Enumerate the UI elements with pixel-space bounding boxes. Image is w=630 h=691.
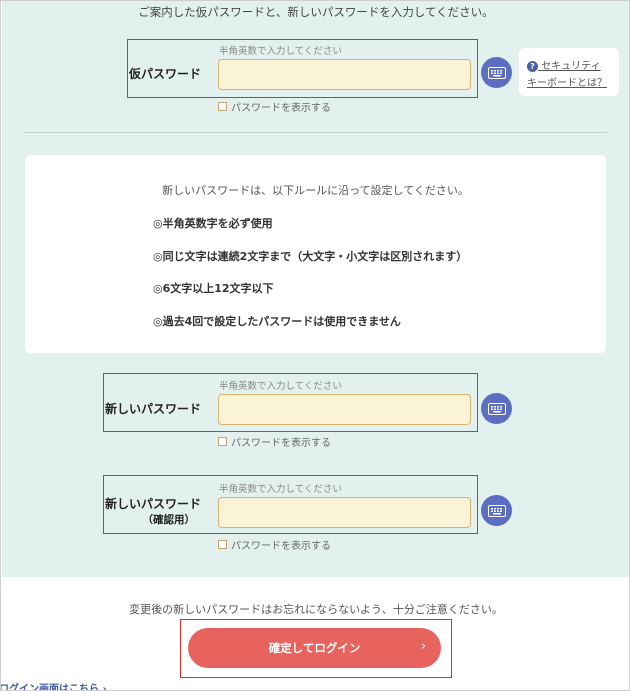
rule-item: ◎半角英数字を必ず使用 — [153, 217, 273, 230]
show-password-checkbox[interactable] — [218, 437, 227, 446]
show-password-checkbox[interactable] — [218, 540, 227, 549]
show-password-label: パスワードを表示する — [231, 103, 331, 114]
security-keyboard-line1: セキュリティ — [541, 61, 601, 72]
warning-text: 変更後の新しいパスワードはお忘れにならないよう、十分ご注意ください。 — [129, 603, 503, 616]
divider — [24, 132, 607, 133]
keyboard-button[interactable] — [481, 495, 512, 526]
keyboard-button[interactable] — [481, 57, 512, 88]
rules-intro: 新しいパスワードは、以下ルールに沿って設定してください。 — [162, 184, 469, 197]
intro-text: ご案内した仮パスワードと、新しいパスワードを入力してください。 — [138, 5, 494, 19]
rule-item: ◎同じ文字は連続2文字まで（大文字・小文字は区別されます） — [153, 250, 468, 263]
temp-password-input[interactable] — [218, 59, 471, 90]
new-password-label: 新しいパスワード — [105, 402, 202, 416]
help-icon: ? — [527, 60, 538, 72]
temp-password-hint: 半角英数で入力してください — [219, 46, 342, 57]
new-password-show-toggle[interactable]: パスワードを表示する — [218, 434, 331, 449]
confirm-password-show-toggle[interactable]: パスワードを表示する — [218, 537, 331, 552]
keyboard-icon — [487, 504, 506, 517]
confirm-login-label: 確定してログイン — [268, 641, 361, 655]
rule-item: ◎過去4回で設定したパスワードは使用できません — [153, 315, 401, 328]
confirm-password-label: 新しいパスワード （確認用） — [105, 496, 201, 528]
confirm-password-input[interactable] — [218, 497, 471, 528]
rule-item: ◎6文字以上12文字以下 — [153, 282, 274, 295]
security-keyboard-help[interactable]: ? セキュリティ キーボードとは？ — [519, 48, 619, 96]
temp-password-show-toggle[interactable]: パスワードを表示する — [218, 99, 331, 114]
chevron-right-icon: › — [420, 639, 426, 654]
confirm-password-sublabel: （確認用） — [142, 514, 196, 526]
confirm-password-hint: 半角英数で入力してください — [219, 484, 342, 495]
confirm-login-button[interactable]: 確定してログイン › — [188, 628, 441, 668]
new-password-input[interactable] — [218, 394, 471, 425]
security-keyboard-link[interactable]: ? セキュリティ — [527, 57, 601, 72]
show-password-label: パスワードを表示する — [231, 541, 331, 552]
keyboard-icon — [487, 66, 506, 79]
keyboard-button[interactable] — [481, 393, 512, 424]
new-password-hint: 半角英数で入力してください — [219, 381, 342, 392]
security-keyboard-line2[interactable]: キーボードとは？ — [527, 74, 607, 89]
show-password-label: パスワードを表示する — [231, 438, 331, 449]
login-page-link[interactable]: ログイン画面はこちら › — [1, 680, 107, 690]
temp-password-label: 仮パスワード — [129, 67, 202, 81]
keyboard-icon — [487, 402, 506, 415]
show-password-checkbox[interactable] — [218, 102, 227, 111]
confirm-password-label-text: 新しいパスワード — [105, 497, 202, 511]
password-rules-card: 新しいパスワードは、以下ルールに沿って設定してください。 ◎半角英数字を必ず使用… — [25, 155, 606, 353]
password-change-page: ご案内した仮パスワードと、新しいパスワードを入力してください。 仮パスワード 半… — [0, 0, 630, 691]
